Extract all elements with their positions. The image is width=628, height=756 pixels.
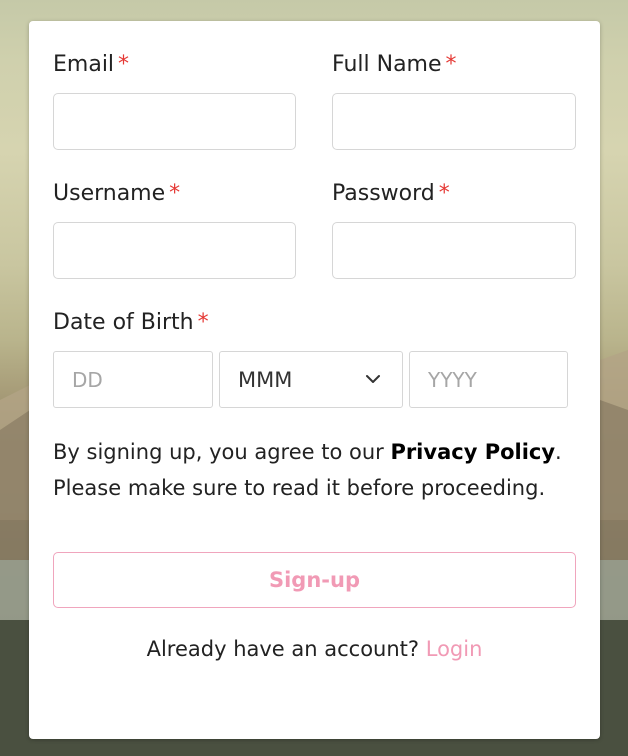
full-name-field[interactable] — [332, 93, 576, 150]
dob-day-input[interactable] — [53, 351, 213, 408]
username-label: Username * — [53, 181, 180, 207]
password-field[interactable] — [332, 222, 576, 279]
password-label-text: Password — [332, 181, 435, 206]
required-asterisk: * — [445, 52, 457, 77]
signup-button[interactable]: Sign-up — [53, 552, 576, 608]
username-label-text: Username — [53, 181, 166, 206]
login-link[interactable]: Login — [426, 637, 483, 661]
consent-line2: Please make sure to read it before proce… — [53, 476, 546, 500]
chevron-down-icon — [366, 375, 380, 383]
required-asterisk: * — [197, 310, 209, 335]
privacy-policy-link[interactable]: Privacy Policy — [390, 440, 555, 464]
dob-year-input[interactable] — [409, 351, 568, 408]
required-asterisk: * — [118, 52, 130, 77]
consent-suffix: . — [555, 440, 562, 464]
privacy-consent-text: By signing up, you agree to our Privacy … — [53, 434, 583, 506]
email-label-text: Email — [53, 52, 115, 77]
password-label: Password * — [332, 181, 450, 207]
dob-label: Date of Birth * — [53, 310, 209, 336]
full-name-label-text: Full Name — [332, 52, 442, 77]
dob-label-text: Date of Birth — [53, 310, 194, 335]
full-name-label: Full Name * — [332, 52, 457, 78]
email-field[interactable] — [53, 93, 296, 150]
dob-month-value: MMM — [238, 367, 293, 392]
dob-month-select[interactable]: MMM — [219, 351, 403, 408]
login-prompt-row: Already have an account? Login — [29, 637, 600, 661]
signup-card: Email * Full Name * Username * Password * Da… — [29, 21, 600, 739]
login-prompt-text: Already have an account? — [146, 637, 426, 661]
email-label: Email * — [53, 52, 129, 78]
required-asterisk: * — [169, 181, 181, 206]
username-field[interactable] — [53, 222, 296, 279]
consent-prefix: By signing up, you agree to our — [53, 440, 391, 464]
required-asterisk: * — [438, 181, 450, 206]
